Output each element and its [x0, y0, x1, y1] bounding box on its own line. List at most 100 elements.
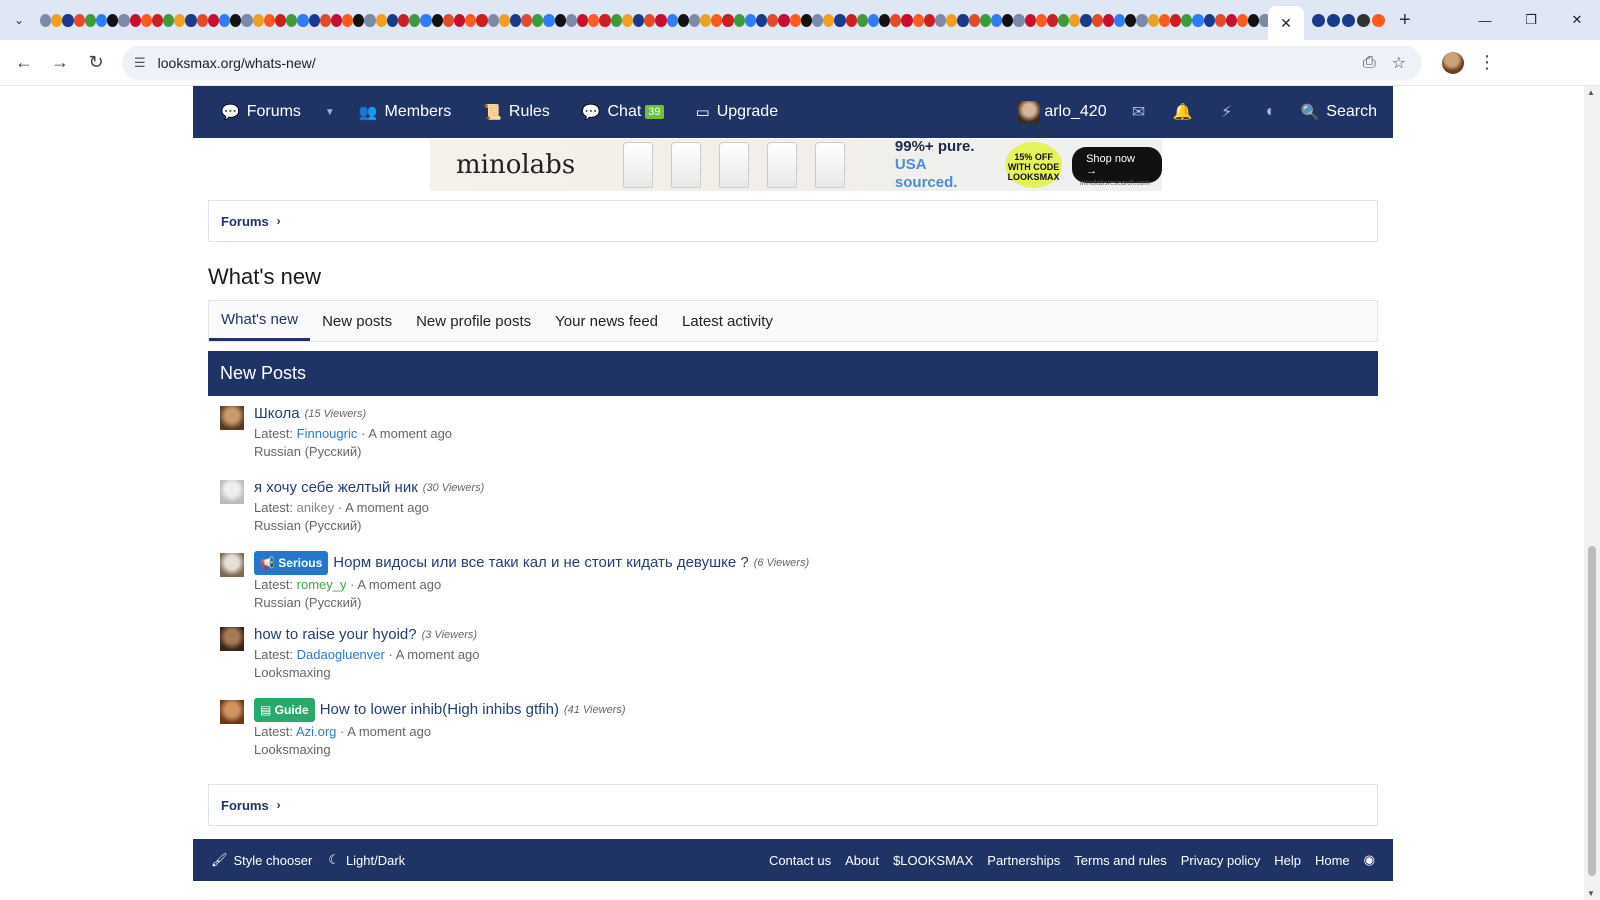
- tab-favicon[interactable]: [1102, 13, 1114, 27]
- tab-favicon[interactable]: [532, 13, 544, 27]
- tab-favicon[interactable]: [811, 13, 824, 27]
- footer-partnerships-link[interactable]: Partnerships: [987, 853, 1060, 868]
- tab-favicon[interactable]: [923, 13, 935, 27]
- nav-upgrade[interactable]: ▭ Upgrade: [680, 86, 795, 138]
- tab-favicon[interactable]: [274, 13, 287, 27]
- tab-favicon[interactable]: [151, 13, 164, 27]
- tab-favicon[interactable]: [1342, 13, 1355, 27]
- tab-favicon[interactable]: [509, 13, 522, 27]
- back-icon[interactable]: ←: [6, 45, 42, 81]
- address-bar[interactable]: ☰ looksmax.org/whats-new/ ⎙ ☆: [122, 45, 1422, 80]
- scroll-up-icon[interactable]: ▲: [1587, 88, 1595, 97]
- tab-favicon[interactable]: [330, 13, 343, 27]
- nav-forums[interactable]: 💬 Forums: [193, 86, 317, 138]
- breadcrumb-forums[interactable]: Forums: [221, 214, 269, 229]
- tab-favicon[interactable]: [778, 13, 790, 27]
- tab-favicon[interactable]: [163, 13, 175, 27]
- profile-avatar[interactable]: [1442, 51, 1464, 74]
- tab-favicon[interactable]: [1214, 13, 1226, 27]
- tab-favicon[interactable]: [543, 13, 555, 27]
- tab-favicon[interactable]: [722, 13, 734, 27]
- tab-favicon[interactable]: [1327, 13, 1340, 27]
- tab-favicon[interactable]: [196, 13, 208, 27]
- tab-favicon[interactable]: [207, 13, 219, 27]
- footer-privacy-link[interactable]: Privacy policy: [1181, 853, 1260, 868]
- footer-help-link[interactable]: Help: [1274, 853, 1301, 868]
- latest-user-link[interactable]: Finnougric: [297, 426, 358, 441]
- tab-favicon[interactable]: [398, 13, 410, 27]
- tab-favicon[interactable]: [498, 13, 510, 27]
- tab-favicon[interactable]: [688, 13, 701, 27]
- tab-favicon[interactable]: [1248, 13, 1260, 27]
- tab-favicon[interactable]: [185, 13, 197, 27]
- tab-favicon[interactable]: [84, 13, 96, 27]
- forum-link[interactable]: Russian (Русский): [254, 594, 1378, 612]
- tab-favicon[interactable]: [40, 13, 52, 27]
- inbox-icon[interactable]: ✉: [1117, 102, 1161, 122]
- tab-favicon[interactable]: [711, 13, 723, 27]
- thread-title-link[interactable]: how to raise your hyoid?: [254, 625, 417, 645]
- footer-contact-link[interactable]: Contact us: [769, 853, 831, 868]
- post-time[interactable]: A moment ago: [396, 647, 480, 662]
- tab-favicon[interactable]: [1203, 13, 1215, 27]
- tab-favicon[interactable]: [1192, 13, 1204, 27]
- install-app-icon[interactable]: ⎙: [1363, 54, 1376, 72]
- tab-favicon[interactable]: [476, 13, 488, 27]
- post-time[interactable]: A moment ago: [368, 426, 452, 441]
- forums-dropdown-icon[interactable]: ▼: [317, 107, 343, 118]
- tab-favicon[interactable]: [935, 13, 947, 27]
- tab-search-icon[interactable]: ⌄: [6, 7, 32, 33]
- thread-title-link[interactable]: Норм видосы или все таки кал и не стоит …: [333, 553, 748, 573]
- tab-favicon[interactable]: [1147, 13, 1159, 27]
- tab-favicon[interactable]: [465, 13, 477, 27]
- forum-link[interactable]: Looksmaxing: [254, 741, 1378, 759]
- tab-favicon[interactable]: [1125, 13, 1137, 27]
- tab-favicon[interactable]: [744, 13, 756, 27]
- tab-favicon[interactable]: [800, 13, 812, 27]
- tab-favicon[interactable]: [442, 13, 454, 27]
- tab-favicon[interactable]: [856, 13, 868, 27]
- tab-favicon[interactable]: [353, 13, 365, 27]
- tab-favicon[interactable]: [632, 13, 645, 27]
- tab-news-feed[interactable]: Your news feed: [543, 301, 670, 341]
- tab-favicon[interactable]: [1069, 13, 1081, 27]
- footer-about-link[interactable]: About: [845, 853, 879, 868]
- tab-favicon[interactable]: [230, 13, 242, 27]
- tab-favicon[interactable]: [1080, 13, 1092, 27]
- tab-favicon[interactable]: [599, 13, 611, 27]
- tab-favicon[interactable]: [129, 13, 141, 27]
- tab-favicon[interactable]: [644, 13, 656, 27]
- tab-favicon[interactable]: [1136, 13, 1148, 27]
- latest-user-link[interactable]: Azi.org: [296, 724, 336, 739]
- tab-favicon[interactable]: [1002, 13, 1014, 27]
- tab-favicon[interactable]: [554, 13, 566, 27]
- thread-title-link[interactable]: я хочу себе желтый ник: [254, 478, 418, 498]
- tab-favicon[interactable]: [1091, 13, 1103, 27]
- active-tab[interactable]: ✕: [1268, 6, 1304, 40]
- tab-favicon[interactable]: [62, 13, 74, 27]
- tab-favicon[interactable]: [677, 13, 689, 27]
- post-time[interactable]: A moment ago: [357, 577, 441, 592]
- serious-prefix-badge[interactable]: 📢 Serious: [254, 551, 329, 575]
- tab-favicon[interactable]: [521, 13, 533, 27]
- style-chooser-link[interactable]: 🖌 Style chooser: [211, 852, 312, 868]
- url-text[interactable]: looksmax.org/whats-new/: [158, 55, 316, 71]
- bolt-icon[interactable]: ⚡: [1205, 102, 1249, 122]
- page-scrollbar[interactable]: ▲ ▼: [1584, 86, 1600, 900]
- nav-search[interactable]: 🔍 Search: [1293, 86, 1393, 138]
- nav-chat[interactable]: 💬 Chat 39: [566, 86, 680, 138]
- tab-favicon[interactable]: [263, 13, 275, 27]
- tab-favicon[interactable]: [968, 13, 980, 27]
- tab-favicon[interactable]: [219, 13, 231, 27]
- tab-favicon[interactable]: [1046, 13, 1059, 27]
- tab-whats-new[interactable]: What's new: [209, 301, 311, 341]
- tab-favicon[interactable]: [308, 13, 320, 27]
- tab-favicon[interactable]: [1181, 13, 1193, 27]
- more-tabs[interactable]: [1312, 13, 1385, 27]
- tab-favicon[interactable]: [375, 13, 387, 27]
- forward-icon[interactable]: →: [42, 45, 78, 81]
- tab-favicon[interactable]: [1357, 13, 1370, 27]
- tab-favicon[interactable]: [286, 13, 298, 27]
- bookmark-star-icon[interactable]: ☆: [1392, 53, 1406, 73]
- account-link[interactable]: arlo_420: [1008, 86, 1116, 138]
